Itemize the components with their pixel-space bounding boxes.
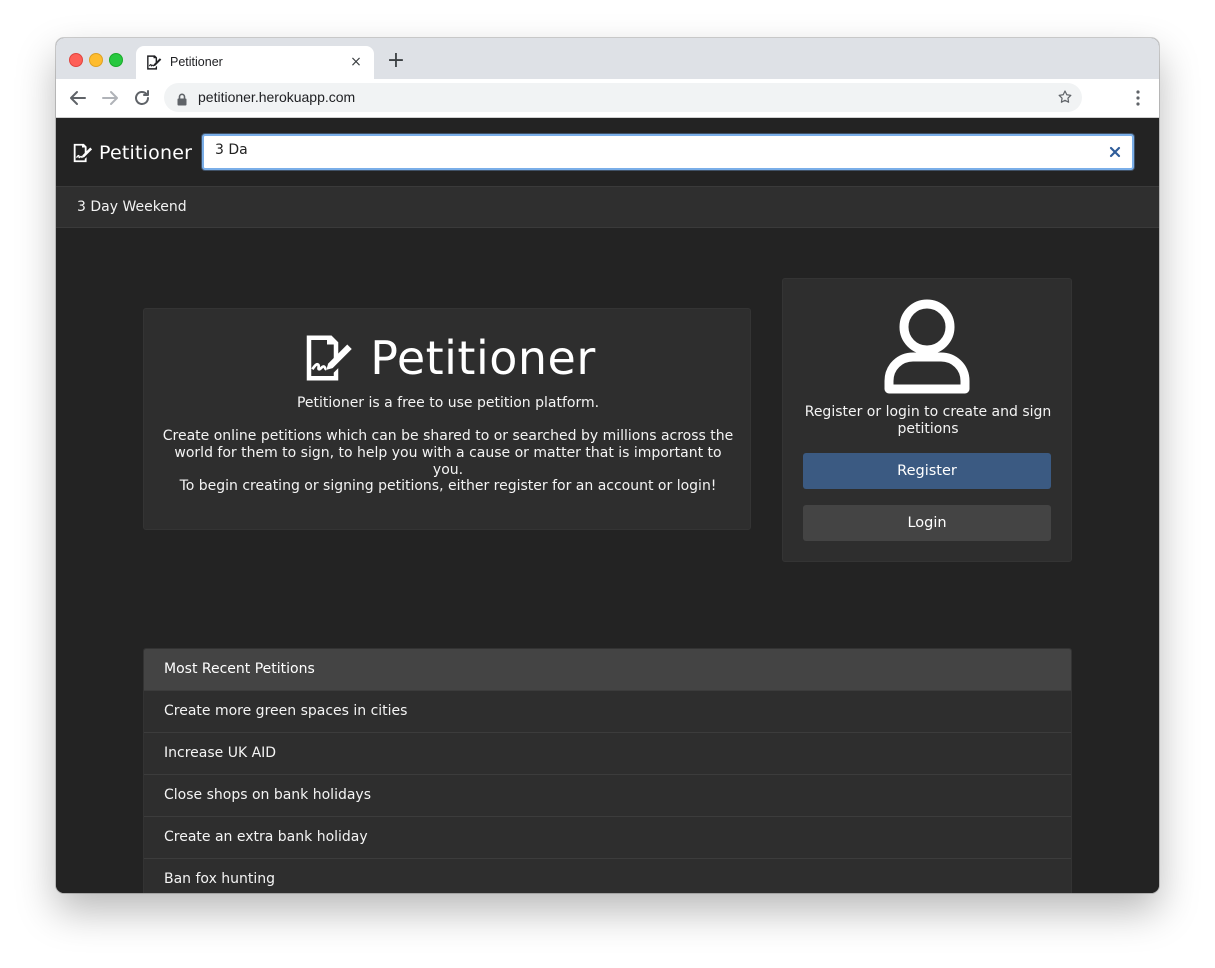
browser-tab[interactable]: Petitioner × [136, 46, 374, 79]
auth-prompt: Register or login to create and sign pet… [804, 404, 1052, 437]
hero-intro: Petitioner is a free to use petition pla… [296, 395, 600, 411]
signature-icon [145, 54, 162, 71]
forward-arrow-icon[interactable] [99, 87, 121, 109]
recent-petitions-header: Most Recent Petitions [144, 649, 1071, 690]
close-icon[interactable] [1108, 144, 1122, 158]
site-navbar: Petitioner [56, 118, 1159, 186]
browser-menu-icon[interactable] [1129, 89, 1147, 107]
recent-petitions-list: Most Recent Petitions Create more green … [143, 648, 1072, 893]
list-item[interactable]: Create an extra bank holiday [144, 816, 1071, 858]
hero-description: Create online petitions which can be sha… [162, 428, 734, 478]
tab-title: Petitioner [170, 55, 223, 69]
hero-title: Petitioner [370, 331, 596, 385]
brand-link[interactable]: Petitioner [71, 138, 192, 168]
hero-card: Petitioner Petitioner is a free to use p… [143, 308, 751, 530]
maximize-window-button[interactable] [109, 53, 123, 67]
browser-toolbar: petitioner.herokuapp.com [56, 79, 1159, 118]
login-button[interactable]: Login [803, 505, 1051, 541]
list-item[interactable]: Ban fox hunting [144, 858, 1071, 893]
page-content: Petitioner 3 Day Weekend [56, 118, 1159, 893]
back-arrow-icon[interactable] [67, 87, 89, 109]
list-item[interactable]: Increase UK AID [144, 732, 1071, 774]
search-box[interactable] [202, 134, 1134, 170]
suggestion-text: 3 Day Weekend [77, 199, 187, 215]
search-input[interactable] [215, 142, 1075, 158]
address-bar[interactable]: petitioner.herokuapp.com [164, 83, 1082, 112]
hero-cta: To begin creating or signing petitions, … [179, 478, 717, 494]
browser-window: Petitioner × + petitioner.herokuapp.com … [56, 38, 1159, 893]
auth-card: Register or login to create and sign pet… [782, 278, 1072, 562]
bookmark-star-icon[interactable] [1057, 89, 1073, 105]
list-item[interactable]: Close shops on bank holidays [144, 774, 1071, 816]
tab-close-icon[interactable]: × [348, 54, 364, 70]
lock-icon [177, 91, 187, 106]
tab-strip: Petitioner × + [56, 38, 1159, 79]
hero-heading: Petitioner [144, 331, 752, 385]
search-suggestion[interactable]: 3 Day Weekend [56, 186, 1159, 228]
new-tab-button[interactable]: + [384, 50, 408, 74]
register-button[interactable]: Register [803, 453, 1051, 489]
user-icon [883, 297, 971, 395]
signature-icon [71, 142, 93, 164]
list-item[interactable]: Create more green spaces in cities [144, 690, 1071, 732]
minimize-window-button[interactable] [89, 53, 103, 67]
reload-icon[interactable] [131, 87, 153, 109]
close-window-button[interactable] [69, 53, 83, 67]
brand-name: Petitioner [99, 142, 193, 164]
url-text: petitioner.herokuapp.com [198, 89, 356, 105]
signature-icon [300, 333, 354, 383]
